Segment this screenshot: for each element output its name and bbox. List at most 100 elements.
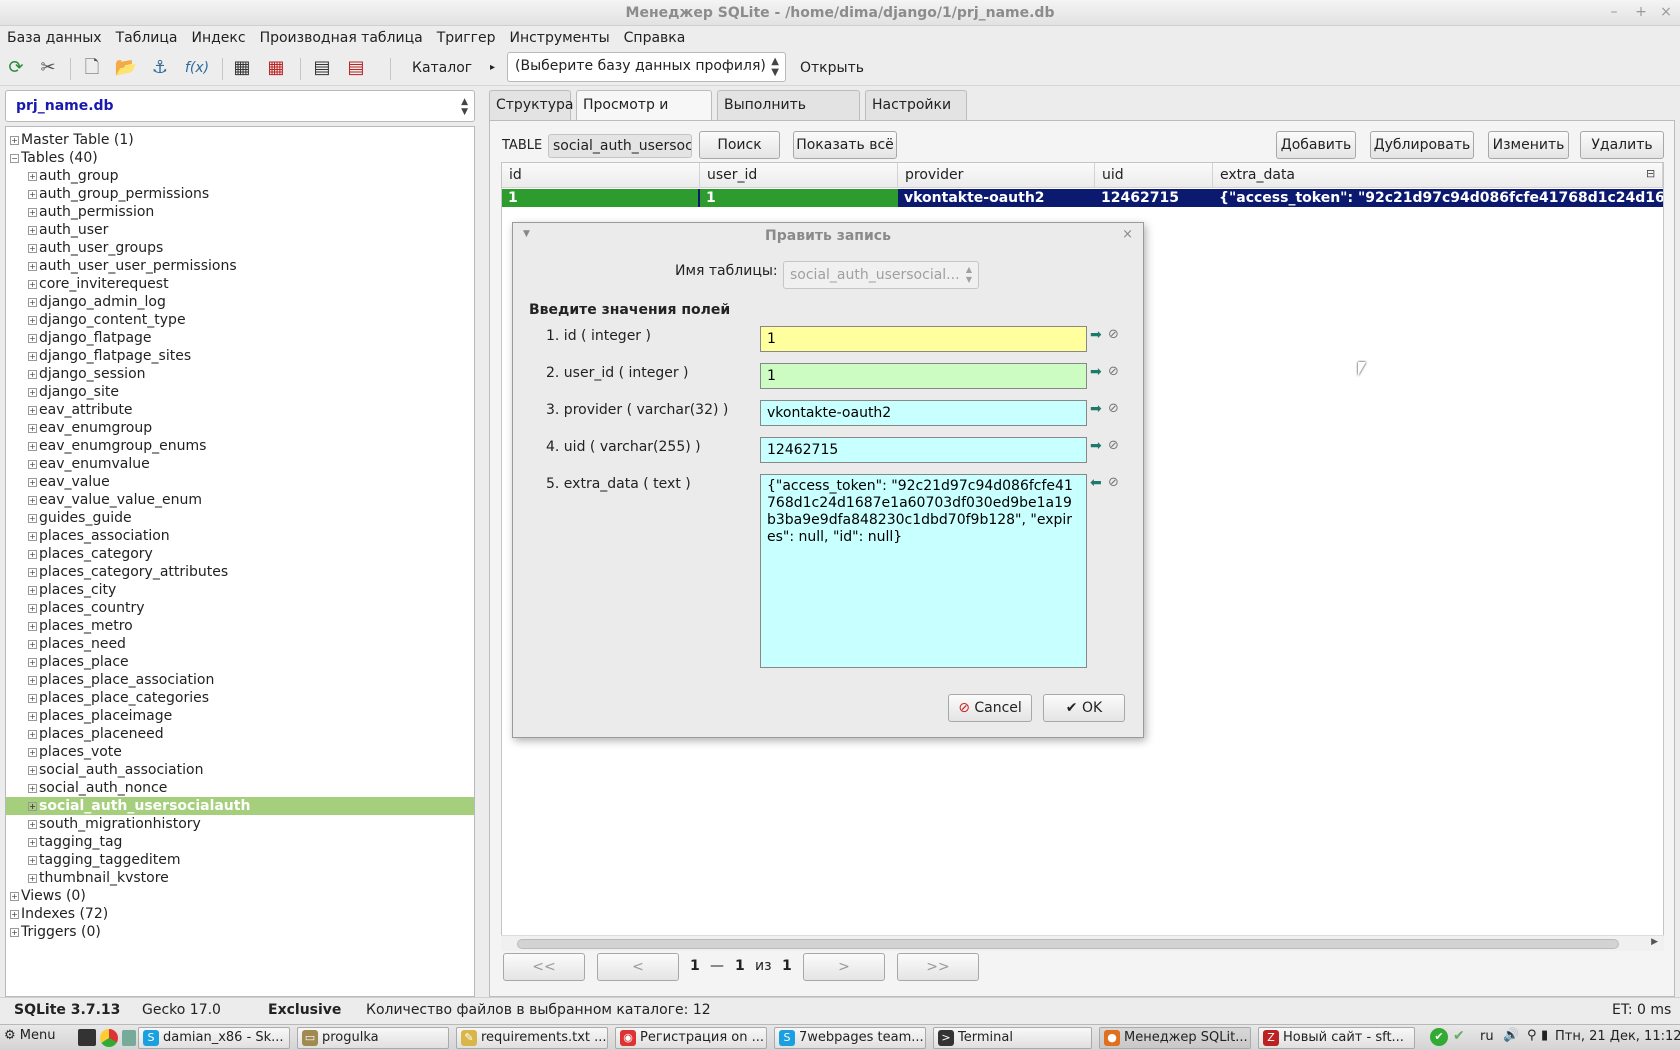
drop-index-icon[interactable]: ▤ xyxy=(344,56,368,80)
tree-table-item[interactable]: + places_city xyxy=(28,581,116,599)
maximize-icon[interactable]: + xyxy=(1632,4,1650,20)
catalog-label[interactable]: Каталог xyxy=(412,60,472,76)
tray-network-icon[interactable]: ⚲ xyxy=(1527,1028,1537,1043)
schema-tree[interactable]: + Master Table (1) − Tables (40) + auth_group… xyxy=(5,126,475,997)
tree-table-item[interactable]: + django_content_type xyxy=(28,311,186,329)
first-page-button[interactable]: << xyxy=(503,953,585,981)
tree-expander-icon[interactable]: + xyxy=(28,316,37,325)
tree-expander-icon[interactable]: + xyxy=(28,172,37,181)
tree-table-item[interactable]: + django_admin_log xyxy=(28,293,166,311)
tree-table-item[interactable]: + social_auth_nonce xyxy=(28,779,167,797)
tree-expander-icon[interactable]: + xyxy=(28,370,37,379)
tree-expander-icon[interactable]: + xyxy=(28,748,37,757)
tree-expander-icon[interactable]: + xyxy=(28,460,37,469)
refresh-icon[interactable]: ⟳ xyxy=(4,56,28,80)
tree-table-item[interactable]: + django_flatpage xyxy=(28,329,152,347)
tab-browse-search[interactable]: Просмотр и Поиск xyxy=(576,90,712,141)
menu-table[interactable]: Таблица xyxy=(109,26,185,50)
tray-update-icon[interactable]: ✔ xyxy=(1430,1028,1448,1046)
tree-table-item[interactable]: + thumbnail_kvstore xyxy=(28,869,169,887)
tree-triggers-group[interactable]: + Triggers (0) xyxy=(10,923,101,941)
tree-table-item[interactable]: + auth_user_user_permissions xyxy=(28,257,237,275)
tree-table-item[interactable]: + auth_permission xyxy=(28,203,154,221)
tree-expander-icon[interactable]: − xyxy=(10,154,19,163)
field-input-id[interactable] xyxy=(760,326,1087,352)
tree-table-item[interactable]: + tagging_taggeditem xyxy=(28,851,180,869)
search-button[interactable]: Поиск xyxy=(699,131,780,159)
tree-expander-icon[interactable]: + xyxy=(28,874,37,883)
tree-expander-icon[interactable]: + xyxy=(10,910,19,919)
ok-button[interactable]: ✔ OK xyxy=(1043,694,1125,722)
tree-table-item[interactable]: + places_vote xyxy=(28,743,122,761)
field-edit-arrow-icon[interactable]: ➡ xyxy=(1090,364,1102,380)
tree-table-item[interactable]: + auth_group xyxy=(28,167,118,185)
duplicate-record-button[interactable]: Дублировать xyxy=(1370,131,1474,159)
tree-expander-icon[interactable]: + xyxy=(28,532,37,541)
table-row-cell-extra-data[interactable]: {"access_token": "92c21d97c94d086fcfe417… xyxy=(1213,189,1663,207)
tree-table-item[interactable]: + places_need xyxy=(28,635,126,653)
tree-table-item[interactable]: + eav_value xyxy=(28,473,110,491)
database-select[interactable]: prj_name.db ▲ ▼ xyxy=(5,90,475,122)
tree-table-item[interactable]: + places_metro xyxy=(28,617,133,635)
task-skype-7webpages[interactable]: S 7webpages team... xyxy=(774,1027,926,1049)
field-input-provider[interactable] xyxy=(760,400,1087,426)
task-filezilla[interactable]: Z Новый сайт - sft... xyxy=(1258,1027,1415,1049)
tree-tables-group[interactable]: − Tables (40) xyxy=(10,149,98,167)
tree-expander-icon[interactable]: + xyxy=(28,298,37,307)
field-input-user-id[interactable] xyxy=(760,363,1087,389)
tree-expander-icon[interactable]: + xyxy=(28,766,37,775)
tree-table-item[interactable]: + places_place_categories xyxy=(28,689,209,707)
tree-expander-icon[interactable]: + xyxy=(28,856,37,865)
horizontal-scrollbar[interactable]: ▶ xyxy=(501,935,1664,951)
tree-expander-icon[interactable]: + xyxy=(28,244,37,253)
menu-help[interactable]: Справка xyxy=(617,26,693,50)
tree-table-item[interactable]: + guides_guide xyxy=(28,509,132,527)
terminal-launcher-icon[interactable] xyxy=(78,1029,96,1046)
table-row-cell-id[interactable]: 1 xyxy=(502,189,700,207)
tree-expander-icon[interactable]: + xyxy=(28,838,37,847)
tree-table-item[interactable]: + places_placeneed xyxy=(28,725,164,743)
tree-expander-icon[interactable]: + xyxy=(28,730,37,739)
column-header-user-id[interactable]: user_id xyxy=(700,163,898,188)
profile-database-select[interactable]: (Выберите базу данных профиля) ▲ ▼ xyxy=(507,52,786,82)
tree-expander-icon[interactable]: + xyxy=(28,820,37,829)
tree-expander-icon[interactable]: + xyxy=(28,568,37,577)
tree-indexes-group[interactable]: + Indexes (72) xyxy=(10,905,108,923)
menu-index[interactable]: Индекс xyxy=(184,26,252,50)
edit-record-button[interactable]: Изменить xyxy=(1488,131,1569,159)
add-record-button[interactable]: Добавить xyxy=(1276,131,1356,159)
tab-db-settings[interactable]: Настройки БД xyxy=(865,90,967,141)
tree-table-item[interactable]: + places_category xyxy=(28,545,153,563)
tray-volume-icon[interactable]: 🔊 xyxy=(1503,1028,1519,1043)
tree-expander-icon[interactable]: + xyxy=(28,802,37,811)
tree-expander-icon[interactable]: + xyxy=(28,280,37,289)
tree-expander-icon[interactable]: + xyxy=(28,514,37,523)
prev-page-button[interactable]: < xyxy=(597,953,679,981)
tree-expander-icon[interactable]: + xyxy=(28,622,37,631)
dialog-close-icon[interactable]: × xyxy=(1122,227,1133,242)
tab-structure[interactable]: Структура xyxy=(489,90,573,120)
tree-expander-icon[interactable]: + xyxy=(28,442,37,451)
tree-table-item[interactable]: + auth_user_groups xyxy=(28,239,163,257)
tree-table-item[interactable]: + eav_enumgroup xyxy=(28,419,152,437)
tree-table-item[interactable]: + eav_value_value_enum xyxy=(28,491,202,509)
attach-file-icon[interactable]: ⊘ xyxy=(1108,364,1119,379)
tree-table-item[interactable]: + tagging_tag xyxy=(28,833,122,851)
tree-expander-icon[interactable]: + xyxy=(28,208,37,217)
new-database-icon[interactable]: 🗋 xyxy=(80,56,104,80)
drop-table-icon[interactable]: ▦ xyxy=(264,56,288,80)
tree-expander-icon[interactable]: + xyxy=(28,406,37,415)
tree-expander-icon[interactable]: + xyxy=(28,712,37,721)
tree-table-item[interactable]: + core_inviterequest xyxy=(28,275,169,293)
column-picker-icon[interactable]: ⊟ xyxy=(1646,167,1655,180)
scroll-right-icon[interactable]: ▶ xyxy=(1651,937,1658,947)
tree-table-item[interactable]: + places_country xyxy=(28,599,145,617)
tray-shield-icon[interactable]: ✔ xyxy=(1453,1028,1465,1044)
tree-expander-icon[interactable]: + xyxy=(28,226,37,235)
field-textarea-extra-data[interactable] xyxy=(760,474,1087,668)
attach-file-icon[interactable]: ⊘ xyxy=(1108,401,1119,416)
open-button[interactable]: Открыть xyxy=(800,60,864,76)
task-requirements-editor[interactable]: ✎ requirements.txt ... xyxy=(456,1027,608,1049)
column-header-provider[interactable]: provider xyxy=(898,163,1095,188)
tree-expander-icon[interactable]: + xyxy=(28,352,37,361)
